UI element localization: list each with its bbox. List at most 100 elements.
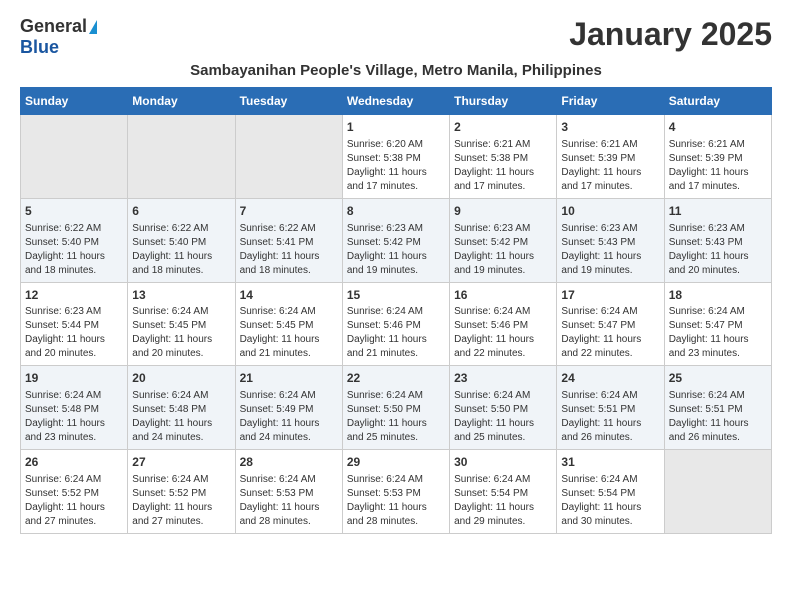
logo-blue-text: Blue [20,37,59,58]
day-info: Sunrise: 6:24 AM Sunset: 5:48 PM Dayligh… [25,389,123,445]
logo-triangle-icon [89,20,97,34]
day-info: Sunrise: 6:24 AM Sunset: 5:50 PM Dayligh… [347,389,445,445]
day-number: 7 [240,203,338,220]
calendar-cell: 22 Sunrise: 6:24 AM Sunset: 5:50 PM Dayli… [342,366,449,450]
day-number: 16 [454,287,552,304]
calendar-cell: 15Sunrise: 6:24 AM Sunset: 5:46 PM Dayli… [342,282,449,366]
calendar-cell: 8 Sunrise: 6:23 AM Sunset: 5:42 PM Daylig… [342,198,449,282]
day-info: Sunrise: 6:23 AM Sunset: 5:43 PM Dayligh… [669,222,767,278]
day-info: Sunrise: 6:24 AM Sunset: 5:46 PM Dayligh… [454,305,552,361]
calendar-cell: 6 Sunrise: 6:22 AM Sunset: 5:40 PM Daylig… [128,198,235,282]
calendar-cell: 27Sunrise: 6:24 AM Sunset: 5:52 PM Dayli… [128,450,235,534]
day-info: Sunrise: 6:23 AM Sunset: 5:43 PM Dayligh… [561,222,659,278]
day-info: Sunrise: 6:24 AM Sunset: 5:45 PM Dayligh… [240,305,338,361]
location-title: Sambayanihan People's Village, Metro Man… [20,62,772,79]
days-header-row: SundayMondayTuesdayWednesdayThursdayFrid… [21,88,772,115]
day-number: 17 [561,287,659,304]
logo-general-text: General [20,16,87,37]
day-header-thursday: Thursday [450,88,557,115]
calendar-cell: 24Sunrise: 6:24 AM Sunset: 5:51 PM Dayli… [557,366,664,450]
day-info: Sunrise: 6:21 AM Sunset: 5:38 PM Dayligh… [454,138,552,194]
day-number: 8 [347,203,445,220]
day-number: 13 [132,287,230,304]
day-info: Sunrise: 6:22 AM Sunset: 5:40 PM Dayligh… [132,222,230,278]
calendar-cell: 3Sunrise: 6:21 AM Sunset: 5:39 PM Daylig… [557,115,664,199]
day-number: 10 [561,203,659,220]
calendar-cell: 17Sunrise: 6:24 AM Sunset: 5:47 PM Dayli… [557,282,664,366]
day-number: 4 [669,119,767,136]
calendar-cell: 10 Sunrise: 6:23 AM Sunset: 5:43 PM Dayli… [557,198,664,282]
week-row-1: 1 Sunrise: 6:20 AM Sunset: 5:38 PM Daylig… [21,115,772,199]
calendar-cell: 7 Sunrise: 6:22 AM Sunset: 5:41 PM Daylig… [235,198,342,282]
day-number: 14 [240,287,338,304]
day-info: Sunrise: 6:23 AM Sunset: 5:44 PM Dayligh… [25,305,123,361]
calendar-cell: 1 Sunrise: 6:20 AM Sunset: 5:38 PM Daylig… [342,115,449,199]
day-number: 6 [132,203,230,220]
day-number: 25 [669,370,767,387]
day-number: 22 [347,370,445,387]
calendar-cell: 19 Sunrise: 6:24 AM Sunset: 5:48 PM Dayli… [21,366,128,450]
calendar-cell: 4 Sunrise: 6:21 AM Sunset: 5:39 PM Daylig… [664,115,771,199]
week-row-2: 5 Sunrise: 6:22 AM Sunset: 5:40 PM Daylig… [21,198,772,282]
calendar-cell: 30 Sunrise: 6:24 AM Sunset: 5:54 PM Dayli… [450,450,557,534]
calendar-cell: 18Sunrise: 6:24 AM Sunset: 5:47 PM Dayli… [664,282,771,366]
day-number: 19 [25,370,123,387]
page: General Blue January 2025 Sambayanihan P… [0,0,792,550]
week-row-3: 12Sunrise: 6:23 AM Sunset: 5:44 PM Dayli… [21,282,772,366]
day-header-tuesday: Tuesday [235,88,342,115]
day-header-wednesday: Wednesday [342,88,449,115]
day-number: 1 [347,119,445,136]
header: General Blue January 2025 [20,16,772,58]
day-number: 20 [132,370,230,387]
day-info: Sunrise: 6:24 AM Sunset: 5:52 PM Dayligh… [132,473,230,529]
day-header-friday: Friday [557,88,664,115]
calendar-cell: 26Sunrise: 6:24 AM Sunset: 5:52 PM Dayli… [21,450,128,534]
calendar-cell: 11 Sunrise: 6:23 AM Sunset: 5:43 PM Dayli… [664,198,771,282]
day-number: 15 [347,287,445,304]
calendar-table: SundayMondayTuesdayWednesdayThursdayFrid… [20,87,772,534]
calendar-cell [21,115,128,199]
day-header-saturday: Saturday [664,88,771,115]
day-info: Sunrise: 6:24 AM Sunset: 5:49 PM Dayligh… [240,389,338,445]
day-info: Sunrise: 6:24 AM Sunset: 5:47 PM Dayligh… [561,305,659,361]
calendar-cell: 28Sunrise: 6:24 AM Sunset: 5:53 PM Dayli… [235,450,342,534]
day-info: Sunrise: 6:24 AM Sunset: 5:48 PM Dayligh… [132,389,230,445]
day-info: Sunrise: 6:23 AM Sunset: 5:42 PM Dayligh… [454,222,552,278]
day-info: Sunrise: 6:21 AM Sunset: 5:39 PM Dayligh… [669,138,767,194]
calendar-cell: 12Sunrise: 6:23 AM Sunset: 5:44 PM Dayli… [21,282,128,366]
calendar-cell: 21 Sunrise: 6:24 AM Sunset: 5:49 PM Dayli… [235,366,342,450]
day-header-monday: Monday [128,88,235,115]
day-info: Sunrise: 6:22 AM Sunset: 5:40 PM Dayligh… [25,222,123,278]
day-number: 30 [454,454,552,471]
day-info: Sunrise: 6:24 AM Sunset: 5:53 PM Dayligh… [240,473,338,529]
day-number: 11 [669,203,767,220]
day-number: 2 [454,119,552,136]
calendar-cell: 23Sunrise: 6:24 AM Sunset: 5:50 PM Dayli… [450,366,557,450]
calendar-cell: 25Sunrise: 6:24 AM Sunset: 5:51 PM Dayli… [664,366,771,450]
day-info: Sunrise: 6:24 AM Sunset: 5:54 PM Dayligh… [454,473,552,529]
day-header-sunday: Sunday [21,88,128,115]
day-number: 5 [25,203,123,220]
calendar-cell: 2 Sunrise: 6:21 AM Sunset: 5:38 PM Daylig… [450,115,557,199]
calendar-cell: 20 Sunrise: 6:24 AM Sunset: 5:48 PM Dayli… [128,366,235,450]
day-number: 18 [669,287,767,304]
day-number: 29 [347,454,445,471]
calendar-cell: 31Sunrise: 6:24 AM Sunset: 5:54 PM Dayli… [557,450,664,534]
day-number: 12 [25,287,123,304]
day-info: Sunrise: 6:22 AM Sunset: 5:41 PM Dayligh… [240,222,338,278]
calendar-cell: 29 Sunrise: 6:24 AM Sunset: 5:53 PM Dayli… [342,450,449,534]
day-info: Sunrise: 6:20 AM Sunset: 5:38 PM Dayligh… [347,138,445,194]
week-row-5: 26Sunrise: 6:24 AM Sunset: 5:52 PM Dayli… [21,450,772,534]
day-info: Sunrise: 6:23 AM Sunset: 5:42 PM Dayligh… [347,222,445,278]
logo-top: General [20,16,97,37]
day-number: 3 [561,119,659,136]
day-info: Sunrise: 6:24 AM Sunset: 5:53 PM Dayligh… [347,473,445,529]
calendar-cell [664,450,771,534]
day-number: 23 [454,370,552,387]
day-info: Sunrise: 6:24 AM Sunset: 5:51 PM Dayligh… [561,389,659,445]
day-number: 9 [454,203,552,220]
day-info: Sunrise: 6:24 AM Sunset: 5:45 PM Dayligh… [132,305,230,361]
logo: General Blue [20,16,97,58]
day-number: 21 [240,370,338,387]
month-title: January 2025 [569,16,772,53]
